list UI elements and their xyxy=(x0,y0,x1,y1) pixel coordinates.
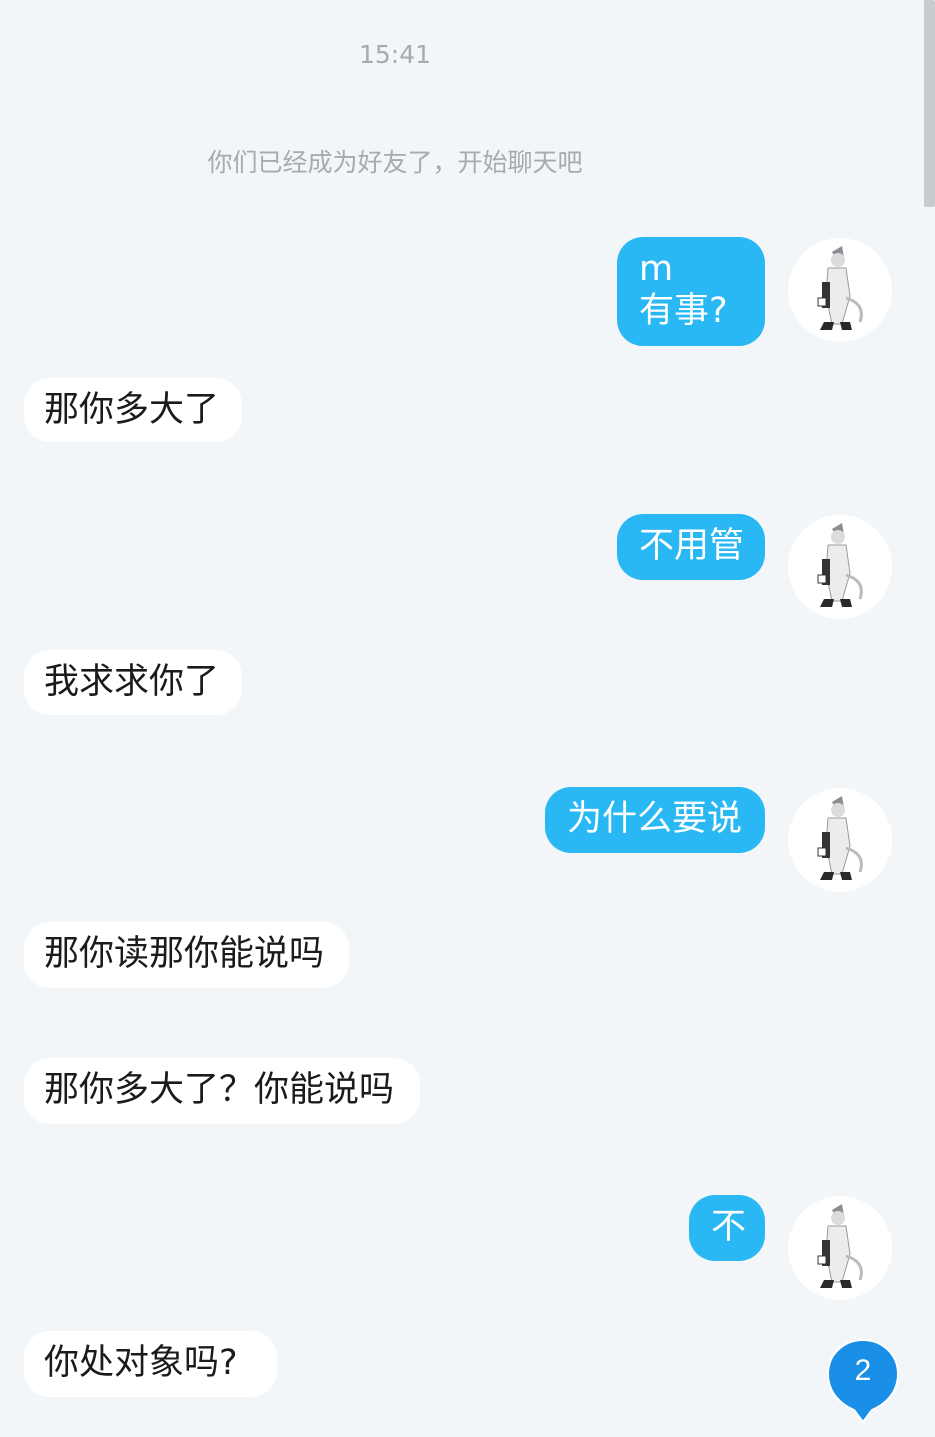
message-timestamp: 15:41 xyxy=(358,40,432,69)
scrollbar[interactable] xyxy=(924,0,935,1437)
unread-count: 2 xyxy=(854,1354,872,1387)
outgoing-message-bubble[interactable]: 为什么要说 xyxy=(545,787,765,853)
avatar-icon[interactable] xyxy=(788,788,892,892)
outgoing-message-bubble[interactable]: m 有事? xyxy=(617,237,765,346)
system-notice: 你们已经成为好友了，开始聊天吧 xyxy=(207,148,583,177)
avatar-icon[interactable] xyxy=(788,515,892,619)
incoming-message-bubble[interactable]: 那你多大了？你能说吗 xyxy=(24,1058,420,1124)
avatar-icon[interactable] xyxy=(788,1196,892,1300)
scrollbar-thumb[interactable] xyxy=(924,0,935,207)
incoming-message-bubble[interactable]: 那你多大了 xyxy=(24,378,242,442)
incoming-message-bubble[interactable]: 我求求你了 xyxy=(24,650,242,715)
outgoing-message-bubble[interactable]: 不 xyxy=(689,1195,765,1261)
outgoing-message-bubble[interactable]: 不用管 xyxy=(617,514,765,580)
avatar-icon[interactable] xyxy=(788,238,892,342)
incoming-message-bubble[interactable]: 那你读那你能说吗 xyxy=(24,922,349,988)
unread-badge-icon[interactable]: 2 xyxy=(826,1338,900,1424)
incoming-message-bubble[interactable]: 你处对象吗? xyxy=(24,1331,277,1397)
